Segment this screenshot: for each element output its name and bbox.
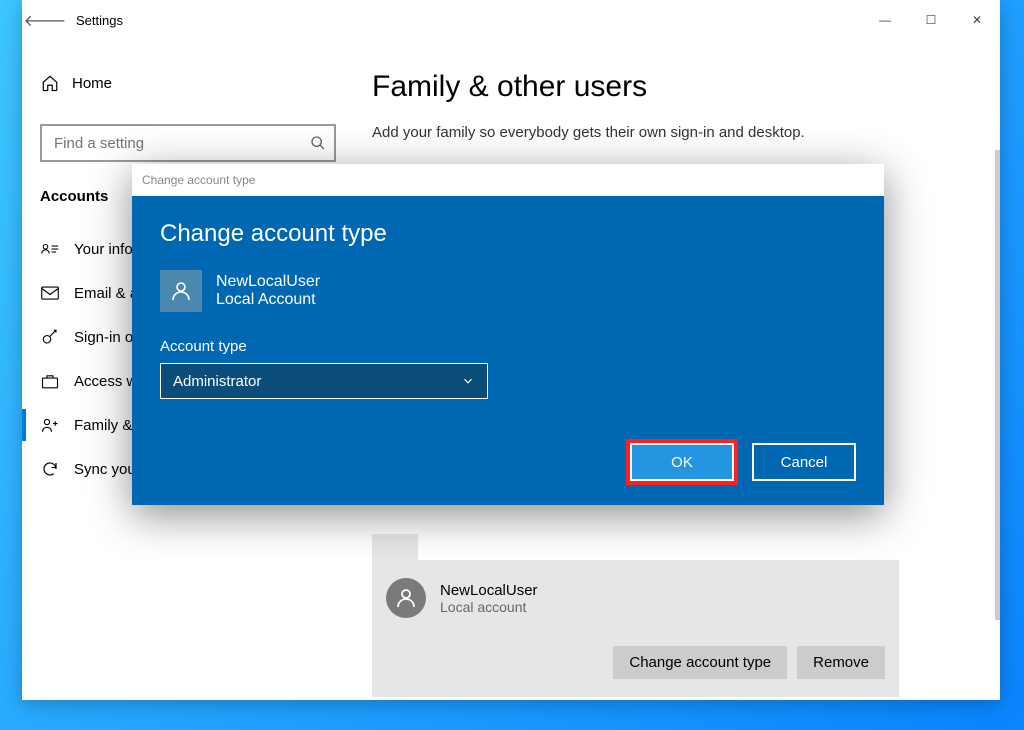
cancel-button[interactable]: Cancel [752, 443, 856, 481]
scrollbar[interactable] [995, 150, 1000, 620]
avatar [386, 578, 426, 618]
window-title: Settings [76, 13, 123, 28]
titlebar: 🡐 Settings — ☐ ✕ [22, 0, 1000, 40]
account-type-dropdown[interactable]: Administrator [160, 363, 488, 399]
page-heading: Family & other users [372, 70, 982, 104]
list-item-cutoff [372, 534, 418, 562]
ok-button[interactable]: OK [630, 443, 734, 481]
nav-home[interactable]: Home [22, 60, 354, 106]
dialog-user-name: NewLocalUser [216, 273, 320, 291]
sync-icon [40, 460, 60, 478]
desktop: 🡐 Settings — ☐ ✕ [0, 0, 1024, 730]
home-icon [40, 74, 60, 92]
dialog-user-subtitle: Local Account [216, 291, 320, 309]
change-account-type-button[interactable]: Change account type [613, 646, 787, 679]
window-controls: — ☐ ✕ [862, 0, 1000, 40]
mail-icon [40, 286, 60, 300]
user-name: NewLocalUser [440, 582, 538, 599]
minimize-button[interactable]: — [862, 0, 908, 40]
remove-button[interactable]: Remove [797, 646, 885, 679]
sidebar-item-label: Your info [74, 241, 133, 258]
close-icon: ✕ [972, 13, 982, 27]
dialog-avatar [160, 270, 202, 312]
search-input[interactable] [52, 134, 296, 153]
dialog-titlebar: Change account type [132, 164, 884, 196]
maximize-button[interactable]: ☐ [908, 0, 954, 40]
arrow-left-icon: 🡐 [24, 13, 67, 30]
user-row: NewLocalUser Local account [386, 578, 885, 618]
people-icon [40, 417, 60, 433]
maximize-icon: ☐ [926, 13, 937, 27]
page-description: Add your family so everybody gets their … [372, 124, 892, 141]
minimize-icon: — [879, 13, 891, 27]
account-type-label: Account type [160, 338, 856, 355]
user-card[interactable]: NewLocalUser Local account Change accoun… [372, 560, 899, 697]
chevron-down-icon [461, 374, 475, 388]
nav-home-label: Home [72, 75, 112, 92]
dropdown-value: Administrator [173, 373, 261, 390]
id-card-icon [40, 241, 60, 257]
change-account-type-dialog: Change account type Change account type … [132, 164, 884, 505]
dialog-heading: Change account type [160, 220, 856, 248]
back-button[interactable]: 🡐 [22, 10, 68, 31]
user-subtitle: Local account [440, 599, 538, 615]
dialog-user: NewLocalUser Local Account [160, 270, 856, 312]
search-box[interactable] [40, 124, 336, 162]
search-icon [310, 135, 326, 151]
close-button[interactable]: ✕ [954, 0, 1000, 40]
briefcase-icon [40, 373, 60, 389]
key-icon [40, 328, 60, 346]
